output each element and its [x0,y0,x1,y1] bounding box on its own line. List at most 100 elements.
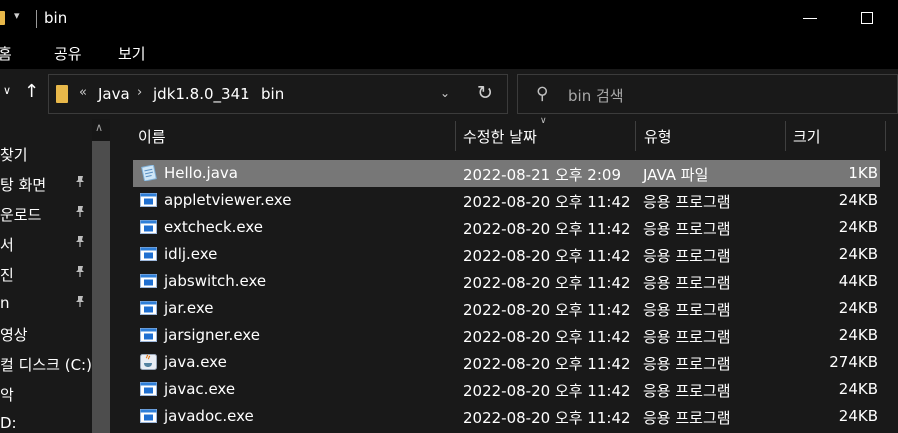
chevron-right-icon[interactable]: › [243,85,248,100]
table-row[interactable]: javadoc.exe 2022-08-20 오후 11:42 응용 프로그램 24K… [133,403,880,430]
sidebar-item-label: D: [0,414,17,432]
java-exe-icon [140,354,157,370]
maximize-icon[interactable] [861,12,873,24]
nav-scrollbar[interactable]: ∧ [92,119,110,433]
file-name: extcheck.exe [164,218,264,236]
search-placeholder: bin 검색 [568,87,624,105]
pin-icon [74,265,86,282]
table-row[interactable]: extcheck.exe 2022-08-20 오후 11:42 응용 프로그램 24… [133,214,880,241]
chevron-right-icon[interactable]: › [137,85,142,100]
file-type: 응용 프로그램 [643,382,731,400]
exe-icon [140,219,157,235]
table-row[interactable]: appletviewer.exe 2022-08-20 오후 11:42 응용 프로… [133,187,880,214]
sidebar-item[interactable]: 탕 화면 [0,170,92,200]
column-divider[interactable] [885,121,886,151]
exe-icon [140,192,157,208]
table-row[interactable]: jar.exe 2022-08-20 오후 11:42 응용 프로그램 24KB [133,295,880,322]
ribbon-tabs: 홈 공유 보기 [0,36,898,69]
minimize-icon[interactable] [803,18,817,19]
file-date: 2022-08-20 오후 11:42 [463,328,631,346]
table-row[interactable]: jabswitch.exe 2022-08-20 오후 11:42 응용 프로그램 4… [133,268,880,295]
sidebar-item[interactable]: 컬 디스크 (C:) [0,350,92,380]
sidebar-item-label: 서 [0,236,14,254]
file-list: Hello.java 2022-08-21 오후 2:09 JAVA 파일 1KB ap… [112,160,898,433]
sidebar-item-label: 탕 화면 [0,176,47,194]
sidebar-item-label: 컬 디스크 (C:) [0,356,92,374]
file-name: javac.exe [164,380,236,398]
breadcrumb-java[interactable]: Java [98,85,130,103]
column-header: 이름 ∨ 수정한 날짜 유형 크기 [112,116,898,155]
file-size: 1KB [848,164,878,182]
file-type: 응용 프로그램 [643,301,731,319]
scrollbar-thumb[interactable] [92,141,110,433]
title-separator [36,10,37,28]
file-name: appletviewer.exe [164,191,292,209]
recent-locations-chevron-down-icon[interactable]: ∨ [3,84,11,97]
file-type: 응용 프로그램 [643,274,731,292]
file-date: 2022-08-20 오후 11:42 [463,274,631,292]
breadcrumb-bin[interactable]: bin [261,85,284,103]
column-divider[interactable] [785,121,786,151]
table-row[interactable]: java.exe 2022-08-20 오후 11:42 응용 프로그램 274KB [133,349,880,376]
pin-icon [74,205,86,222]
tab-home[interactable]: 홈 [0,43,12,64]
column-type[interactable]: 유형 [644,126,672,147]
exe-icon [140,300,157,316]
java-file-icon [140,164,157,182]
breadcrumb-overflow[interactable]: « [79,85,87,100]
scroll-up-icon[interactable]: ∧ [95,121,103,134]
column-date[interactable]: 수정한 날짜 [463,126,537,147]
pin-icon [74,235,86,252]
file-name: idlj.exe [164,245,218,263]
column-divider[interactable] [635,121,636,151]
table-row[interactable]: Hello.java 2022-08-21 오후 2:09 JAVA 파일 1KB [133,160,880,187]
sidebar-item[interactable]: 찾기 [0,140,92,170]
file-size: 44KB [838,272,878,290]
up-arrow-icon[interactable]: ↑ [24,81,39,102]
file-date: 2022-08-20 오후 11:42 [463,301,631,319]
sidebar-item[interactable]: 악 [0,380,92,410]
file-size: 24KB [838,245,878,263]
tab-view[interactable]: 보기 [118,43,146,64]
chevron-down-icon[interactable]: ⌄ [440,86,450,100]
file-name: jarsigner.exe [164,326,260,344]
breadcrumb-jdk[interactable]: jdk1.8.0_341 [153,85,250,103]
window-title: bin [44,9,68,27]
address-row: ∨ ↑ « Java › jdk1.8.0_341 › bin ⌄ ↻ ⚲ bi… [0,69,898,119]
table-row[interactable]: javac.exe 2022-08-20 오후 11:42 응용 프로그램 24KB [133,376,880,403]
file-size: 24KB [838,218,878,236]
sidebar-item[interactable]: 진 [0,260,92,290]
file-size: 24KB [838,299,878,317]
quick-access-dropdown-icon[interactable]: ▾ [14,9,20,22]
file-date: 2022-08-20 오후 11:42 [463,220,631,238]
table-row[interactable]: jarsigner.exe 2022-08-20 오후 11:42 응용 프로그램 2… [133,322,880,349]
sort-indicator-icon: ∨ [540,116,547,126]
exe-icon [140,327,157,343]
file-type: 응용 프로그램 [643,193,731,211]
file-date: 2022-08-20 오후 11:42 [463,409,631,427]
search-input[interactable]: ⚲ bin 검색 [517,74,898,114]
navigation-pane: 찾기탕 화면운로드서 진 n 영상컬 디스크 (C:) 악 D: ∧ [0,119,112,433]
sidebar-item[interactable]: 서 [0,230,92,260]
file-type: 응용 프로그램 [643,328,731,346]
sidebar-item-label: n [0,294,10,312]
column-name[interactable]: 이름 [138,126,166,147]
sidebar-item[interactable]: 영상 [0,320,92,350]
file-date: 2022-08-20 오후 11:42 [463,355,631,373]
address-bar[interactable]: « Java › jdk1.8.0_341 › bin ⌄ ↻ [48,74,508,114]
column-size[interactable]: 크기 [793,126,821,147]
title-bar: ▾ bin [0,0,898,36]
folder-icon [0,11,5,25]
sidebar-item[interactable]: 운로드 [0,200,92,230]
file-size: 24KB [838,326,878,344]
refresh-icon[interactable]: ↻ [477,82,493,104]
pin-icon [74,175,86,192]
table-row[interactable]: idlj.exe 2022-08-20 오후 11:42 응용 프로그램 24KB [133,241,880,268]
tab-share[interactable]: 공유 [54,43,82,64]
sidebar-item-label: 악 [0,386,14,404]
file-name: javadoc.exe [164,407,254,425]
sidebar-item[interactable]: D: [0,410,92,433]
column-divider[interactable] [455,121,456,151]
file-type: 응용 프로그램 [643,409,731,427]
sidebar-item[interactable]: n [0,290,92,320]
